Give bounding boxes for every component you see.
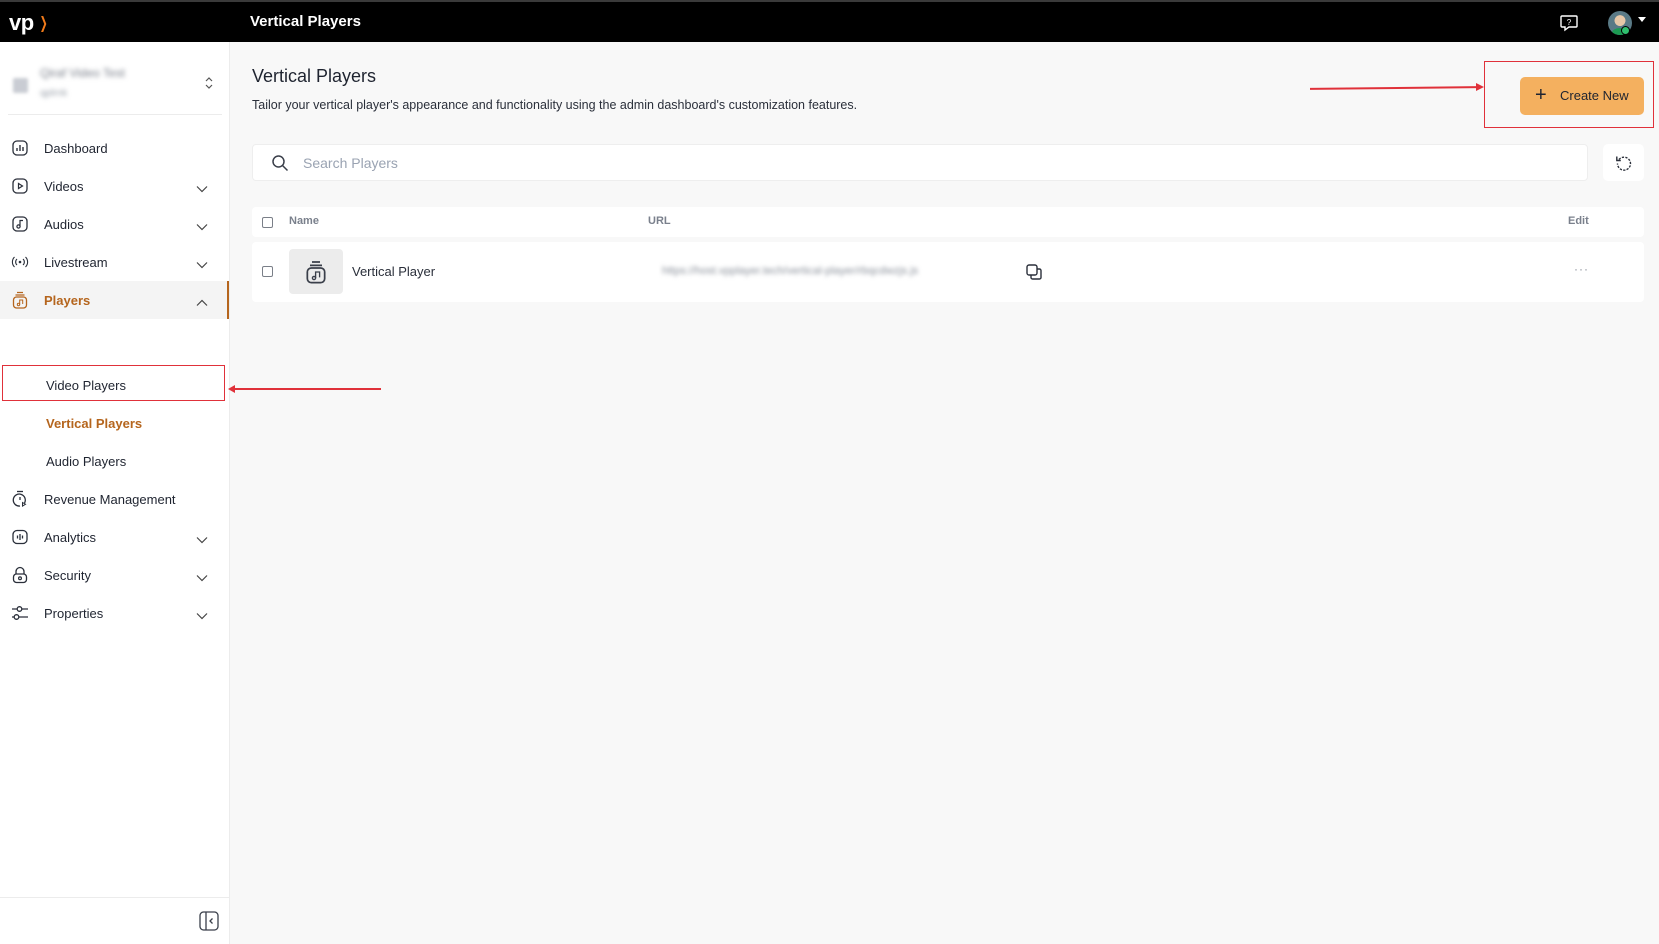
search-icon (271, 154, 289, 177)
workspace-switcher[interactable]: Qiraf Video Test qplrnk (0, 60, 230, 110)
sidebar-item-label: Players (44, 292, 91, 308)
annotation-arrow-vertical-players (234, 388, 381, 390)
sidebar-item-livestream[interactable]: Livestream (0, 243, 229, 281)
refresh-button[interactable] (1603, 144, 1644, 181)
sidebar-item-label: Revenue Management (44, 491, 176, 507)
row-checkbox[interactable] (262, 266, 273, 277)
workspace-logo (13, 78, 28, 93)
table-row[interactable]: Vertical Player https://host.vpplayer.te… (252, 242, 1644, 302)
video-icon (11, 177, 29, 195)
more-options-button[interactable]: ··· (1574, 262, 1589, 276)
column-header-edit: Edit (1568, 215, 1589, 227)
workspace-sub: qplrnk (40, 88, 68, 99)
sidebar-item-videos[interactable]: Videos (0, 167, 229, 205)
chevron-down-icon (196, 180, 208, 198)
sidebar-item-properties[interactable]: Properties (0, 594, 229, 632)
sidebar-item-players[interactable]: Players (0, 281, 229, 319)
sidebar-subitem-label: Video Players (46, 378, 126, 393)
app-title: Vertical Players (250, 13, 361, 30)
divider (8, 114, 222, 115)
chevron-down-icon (196, 607, 208, 625)
audio-icon (11, 215, 29, 233)
sidebar-item-security[interactable]: Security (0, 556, 229, 594)
analytics-icon (11, 528, 29, 546)
sidebar-subitem-audio-players[interactable]: Audio Players (0, 444, 229, 480)
player-icon (11, 291, 29, 309)
sidebar-item-audios[interactable]: Audios (0, 205, 229, 243)
vp-logo[interactable]: vp ❯ (9, 10, 50, 36)
search-input[interactable] (303, 145, 1573, 180)
sidebar-item-label: Livestream (44, 254, 108, 270)
sidebar-item-label: Security (44, 567, 91, 583)
online-status-dot (1621, 26, 1630, 35)
livestream-icon (11, 253, 29, 271)
sidebar-subitem-video-players[interactable]: Video Players (0, 368, 229, 404)
copy-icon[interactable] (1025, 263, 1043, 281)
player-url: https://host.vpplayer.tech/vertical-play… (662, 265, 919, 277)
dashboard-icon (11, 139, 29, 157)
sidebar-item-label: Analytics (44, 529, 97, 545)
create-new-button[interactable]: + Create New (1520, 77, 1644, 115)
logo-chevron-icon: ❯ (39, 15, 48, 32)
sidebar: Qiraf Video Test qplrnk Dashboard Videos… (0, 42, 230, 944)
collapse-sidebar-icon[interactable] (199, 911, 219, 931)
lock-icon (11, 566, 29, 584)
chevron-down-icon (196, 531, 208, 549)
annotation-arrow-create (1309, 86, 1479, 90)
create-new-label: Create New (1560, 88, 1629, 103)
player-name[interactable]: Vertical Player (352, 264, 435, 279)
caret-down-icon[interactable] (1638, 17, 1646, 22)
select-all-checkbox[interactable] (262, 217, 273, 228)
sidebar-item-label: Properties (44, 605, 104, 621)
player-icon (306, 260, 326, 284)
workspace-name: Qiraf Video Test (40, 66, 125, 80)
revenue-icon (11, 490, 29, 508)
sidebar-item-label: Audios (44, 216, 84, 232)
column-header-name[interactable]: Name (289, 215, 319, 227)
sidebar-item-label: Dashboard (44, 140, 108, 156)
annotation-arrowhead (1476, 83, 1484, 91)
player-thumbnail (289, 249, 343, 294)
chevron-down-icon (196, 569, 208, 587)
chevron-down-icon (196, 256, 208, 274)
sidebar-item-analytics[interactable]: Analytics (0, 518, 229, 556)
annotation-arrowhead (228, 385, 235, 393)
chevron-down-icon (196, 218, 208, 236)
table-header: Name URL Edit (252, 207, 1644, 237)
column-header-url: URL (648, 215, 671, 227)
sliders-icon (11, 604, 29, 622)
sidebar-item-revenue-management[interactable]: Revenue Management (0, 480, 229, 518)
page-description: Tailor your vertical player's appearance… (252, 98, 858, 112)
help-chat-icon[interactable]: ? (1558, 12, 1580, 34)
logo-text: vp (9, 10, 34, 35)
search-bar (252, 144, 1588, 181)
top-bar: vp ❯ Vertical Players ? (0, 0, 1659, 42)
svg-text:?: ? (1567, 18, 1572, 27)
chevron-up-icon (196, 294, 208, 312)
sidebar-item-label: Videos (44, 178, 84, 194)
divider (0, 897, 229, 898)
sidebar-subitem-vertical-players[interactable]: Vertical Players (0, 406, 229, 442)
page-title: Vertical Players (252, 66, 377, 86)
sidebar-subitem-label: Audio Players (46, 454, 127, 469)
plus-icon: + (1535, 84, 1547, 106)
refresh-icon (1615, 155, 1631, 171)
sidebar-item-dashboard[interactable]: Dashboard (0, 129, 229, 167)
up-down-chevron-icon[interactable] (204, 76, 214, 95)
sidebar-subitem-label: Vertical Players (46, 416, 143, 431)
